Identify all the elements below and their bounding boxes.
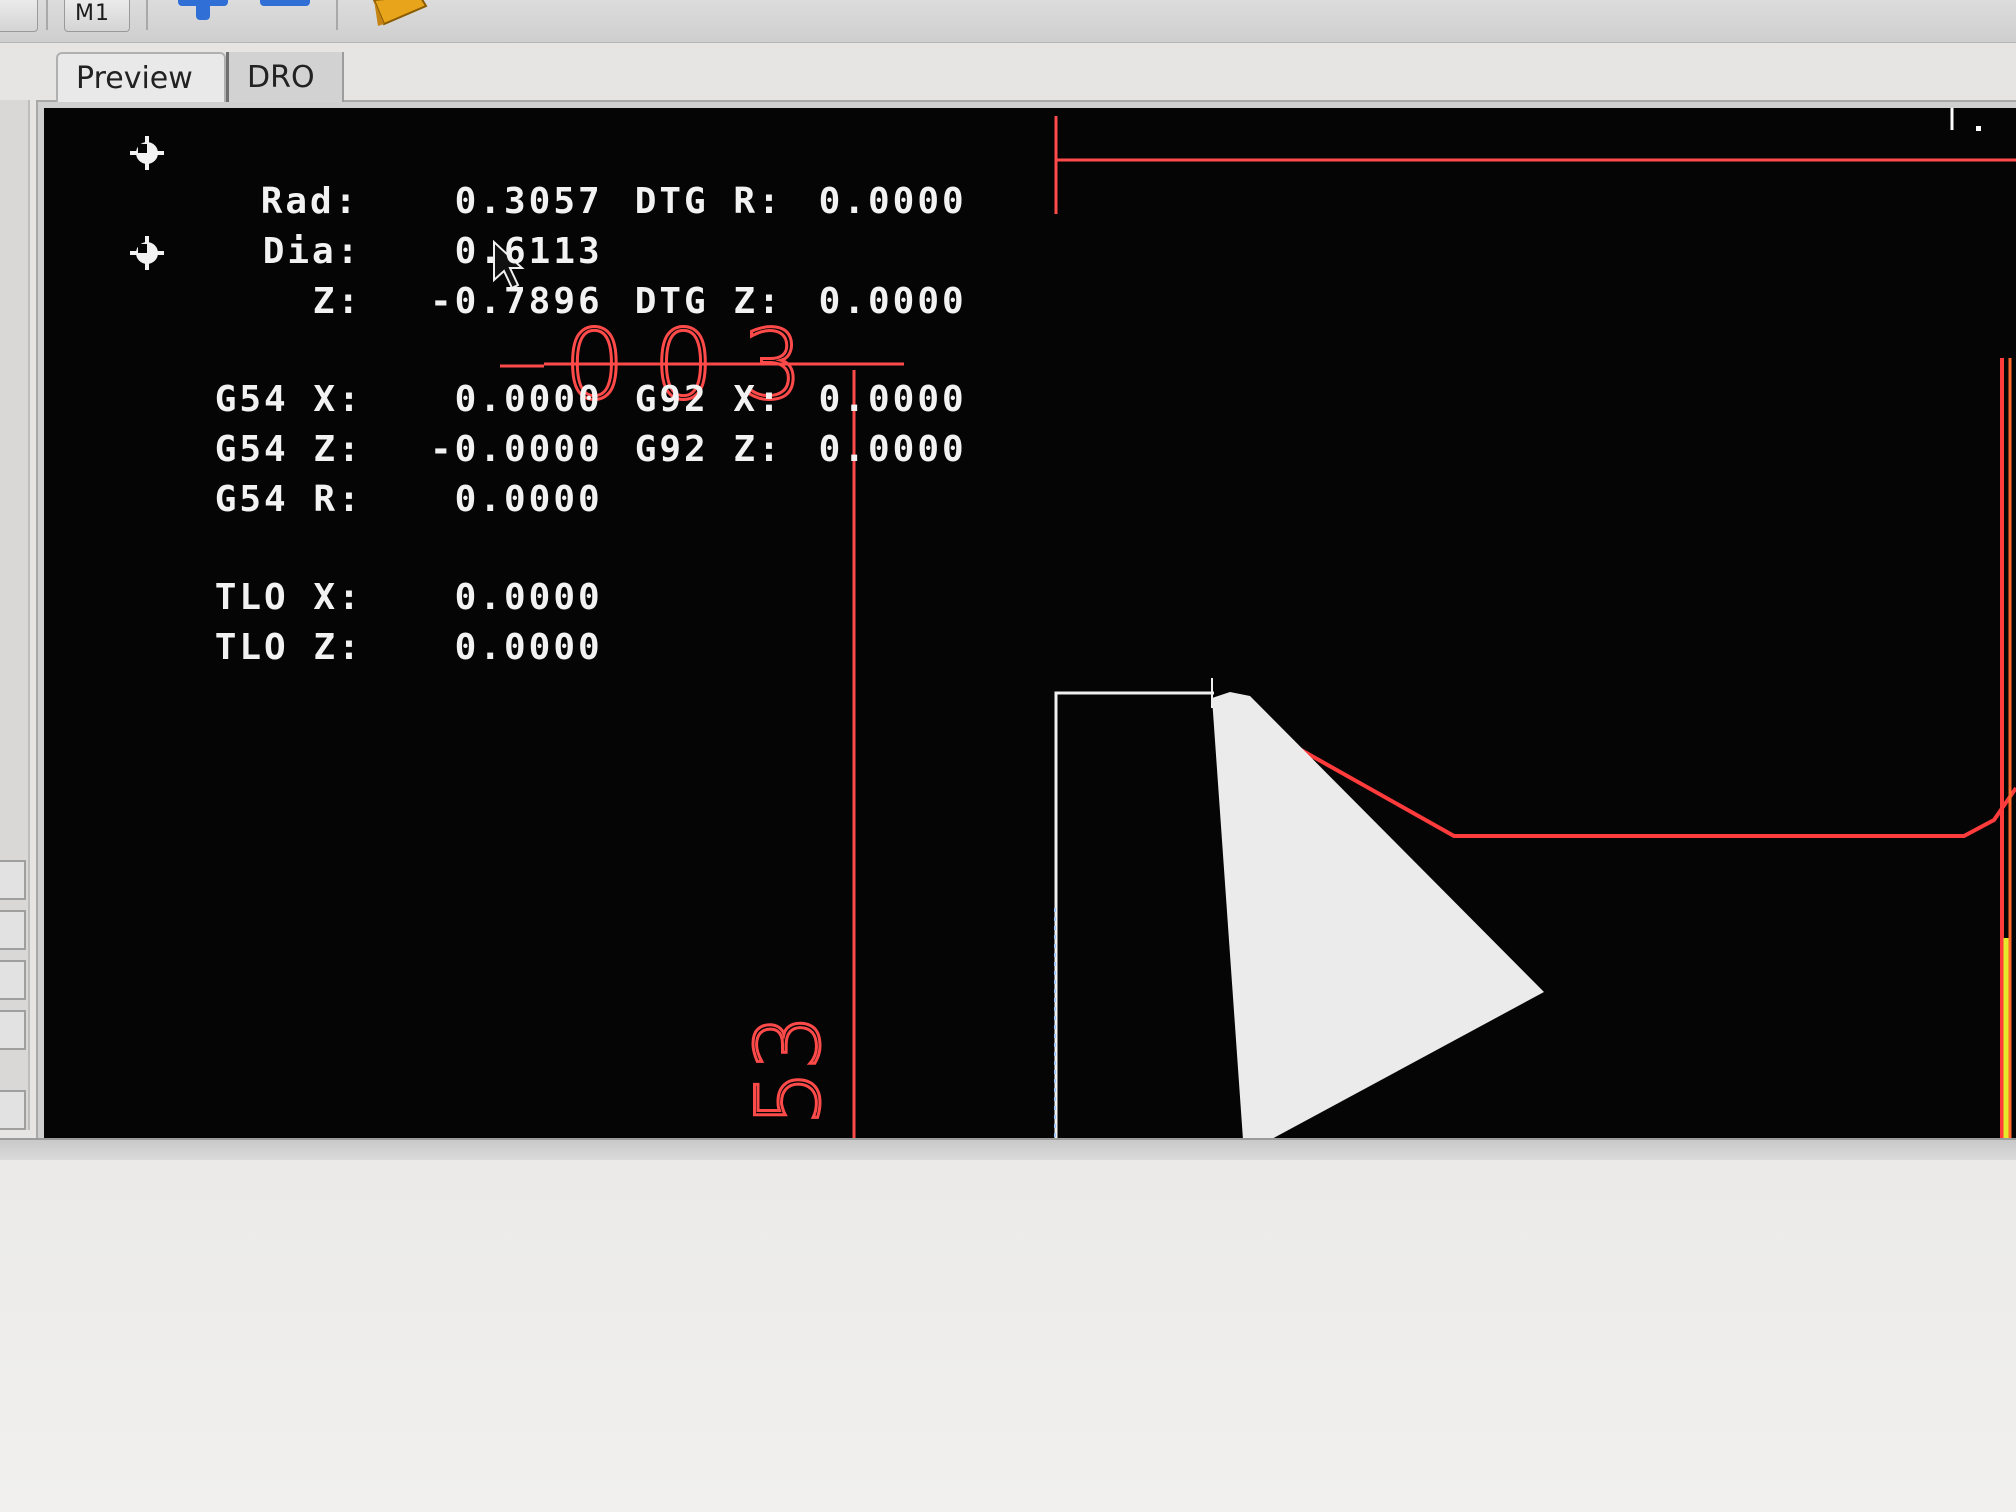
corner-dot	[1976, 126, 1981, 131]
dro-g92-z-value: 0.0000	[818, 429, 967, 470]
minus-icon	[260, 0, 310, 6]
side-button[interactable]	[0, 910, 26, 950]
tab-preview[interactable]: Preview	[56, 52, 226, 102]
folder-icon	[372, 0, 428, 26]
dro-dtg-z-value: 0.0000	[818, 281, 967, 322]
tab-preview-label: Preview	[76, 60, 193, 96]
tab-dro-label: DRO	[247, 59, 315, 95]
preview-canvas[interactable]: 003 53 Rad: 0.3057 Dia: 0.6113 Z: -0.789…	[44, 108, 2016, 1138]
dro-tlo-z-value-cell: 0.0000	[304, 586, 603, 709]
toolbar: M1	[0, 0, 2016, 43]
toolbar-button-left[interactable]	[0, 0, 38, 32]
home-crosshair-icon	[130, 136, 164, 170]
open-file-icon[interactable]	[370, 0, 430, 30]
zoom-out-icon[interactable]	[258, 0, 312, 14]
tool-insert	[1212, 692, 1544, 1138]
plus-icon	[178, 0, 228, 20]
dimension-label-53: 53	[737, 1014, 840, 1126]
side-button[interactable]	[0, 960, 26, 1000]
left-panel-edge	[0, 100, 30, 1130]
toolpath-profile	[1293, 744, 2016, 838]
toolbar-separator	[336, 0, 338, 30]
m1-optional-stop-button[interactable]: M1	[64, 0, 130, 32]
m1-label: M1	[75, 1, 110, 26]
side-button[interactable]	[0, 1010, 26, 1050]
dro-dtg-r-value: 0.0000	[818, 181, 967, 222]
side-button[interactable]	[0, 1090, 26, 1130]
toolbar-separator	[146, 0, 148, 30]
dro-g92-z-value-cell: 0.0000	[668, 388, 967, 511]
toolbar-separator	[46, 0, 48, 30]
dro-tlo-z-value: 0.0000	[454, 627, 603, 668]
tab-dro[interactable]: DRO	[226, 52, 344, 102]
lower-empty-area	[0, 1160, 2016, 1512]
stock-outline	[1054, 691, 1214, 1138]
side-button[interactable]	[0, 860, 26, 900]
home-crosshair-icon	[130, 236, 164, 270]
zoom-in-icon[interactable]	[176, 0, 230, 24]
